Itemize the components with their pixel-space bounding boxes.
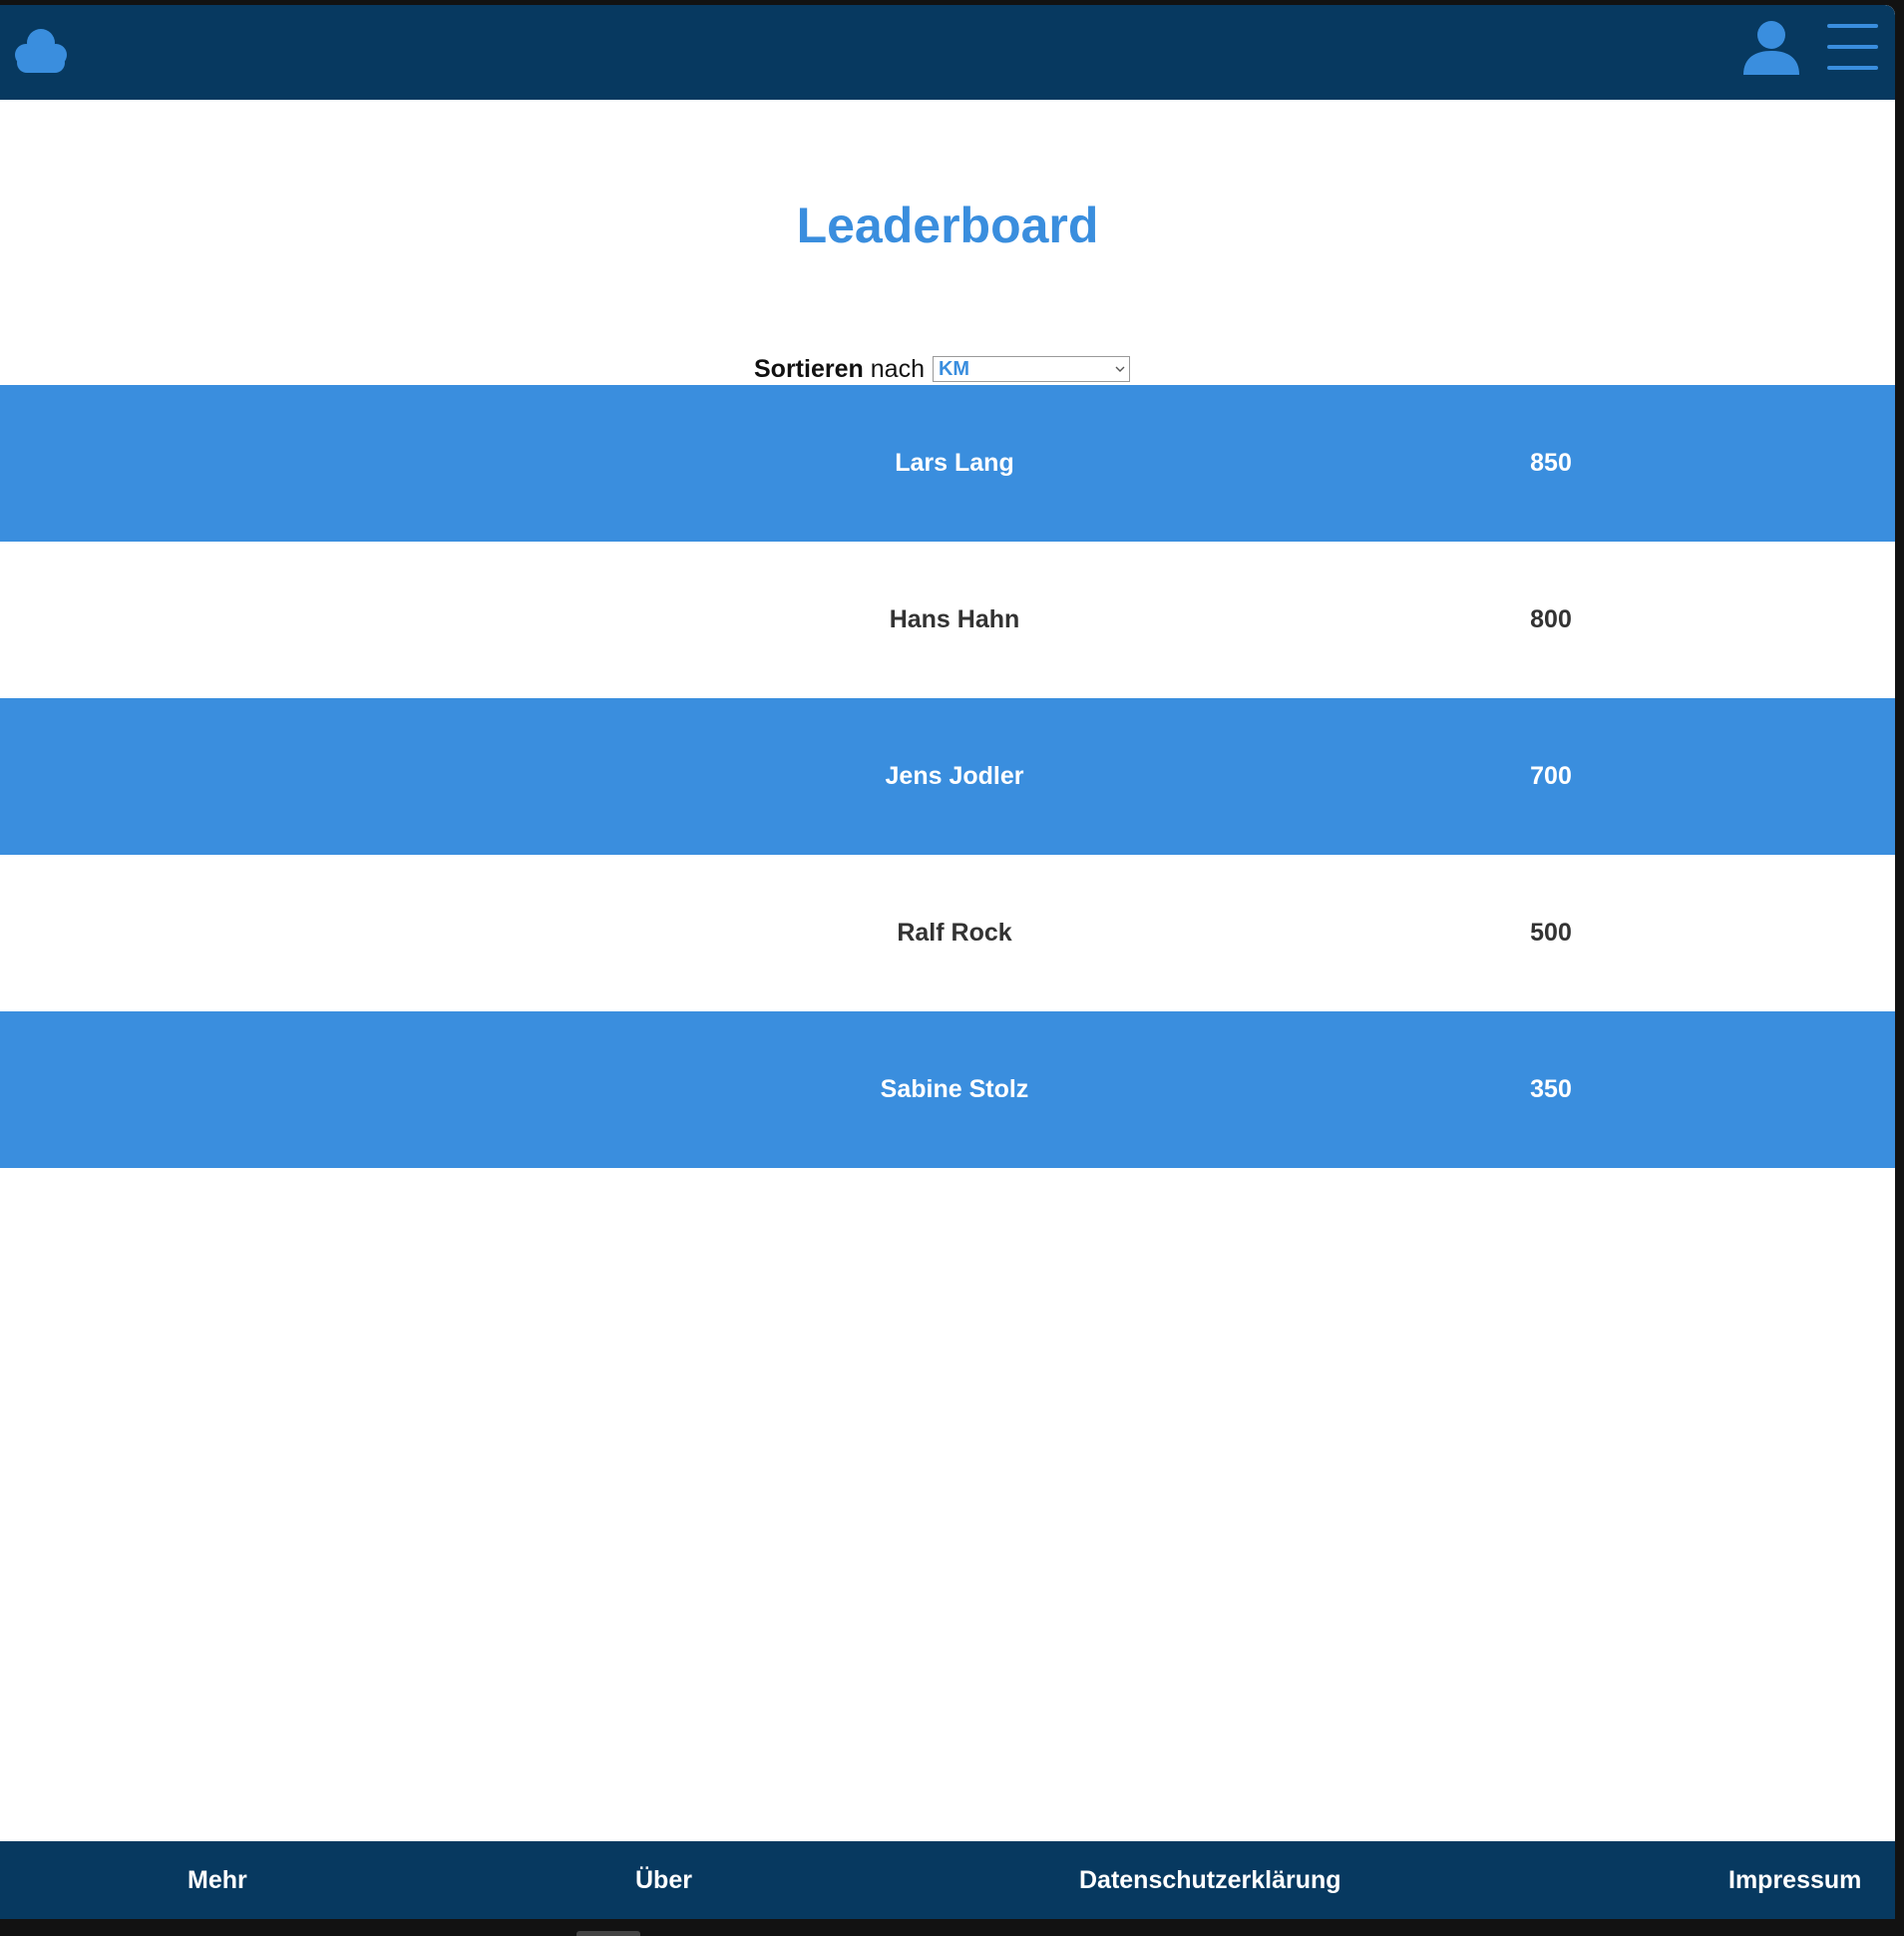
sort-connector-text: nach <box>870 354 925 383</box>
app-window: Leaderboard Sortieren nach KM Lars Lang … <box>0 5 1895 1919</box>
player-name: Sabine Stolz <box>880 1075 1029 1103</box>
footer-link-ueber[interactable]: Über <box>635 1841 692 1919</box>
player-name: Hans Hahn <box>889 605 1020 633</box>
player-score: 700 <box>1530 762 1572 790</box>
sort-selected-value: KM <box>938 358 970 380</box>
cloud-icon[interactable] <box>12 21 70 79</box>
player-name: Lars Lang <box>895 449 1014 477</box>
sort-control: Sortieren nach KM <box>754 354 1130 384</box>
leaderboard-row: Jens Jodler 700 <box>0 698 1895 855</box>
hamburger-menu-icon[interactable] <box>1826 20 1879 75</box>
footer-link-mehr[interactable]: Mehr <box>188 1841 247 1919</box>
footer-link-impressum[interactable]: Impressum <box>1728 1841 1861 1919</box>
player-name: Jens Jodler <box>885 762 1024 790</box>
sort-label: Sortieren <box>754 354 864 383</box>
footer-link-datenschutz[interactable]: Datenschutzerklärung <box>1079 1841 1341 1919</box>
leaderboard-table: Lars Lang 850 Hans Hahn 800 Jens Jodler … <box>0 385 1895 1168</box>
window-resize-handle[interactable] <box>576 1931 640 1936</box>
player-score: 500 <box>1530 919 1572 947</box>
leaderboard-row: Sabine Stolz 350 <box>0 1011 1895 1168</box>
player-score: 350 <box>1530 1075 1572 1103</box>
player-name: Ralf Rock <box>897 919 1012 947</box>
page-title: Leaderboard <box>796 197 1099 253</box>
leaderboard-row: Ralf Rock 500 <box>0 855 1895 1011</box>
leaderboard-row: Hans Hahn 800 <box>0 542 1895 698</box>
user-icon[interactable] <box>1740 17 1802 77</box>
sort-select[interactable]: KM <box>932 356 1130 382</box>
player-score: 850 <box>1530 449 1572 477</box>
footer-bar: Mehr Über Datenschutzerklärung Impressum <box>0 1841 1895 1919</box>
chevron-down-icon <box>1115 366 1125 372</box>
leaderboard-row: Lars Lang 850 <box>0 385 1895 542</box>
top-navigation-bar <box>0 5 1895 100</box>
player-score: 800 <box>1530 605 1572 633</box>
